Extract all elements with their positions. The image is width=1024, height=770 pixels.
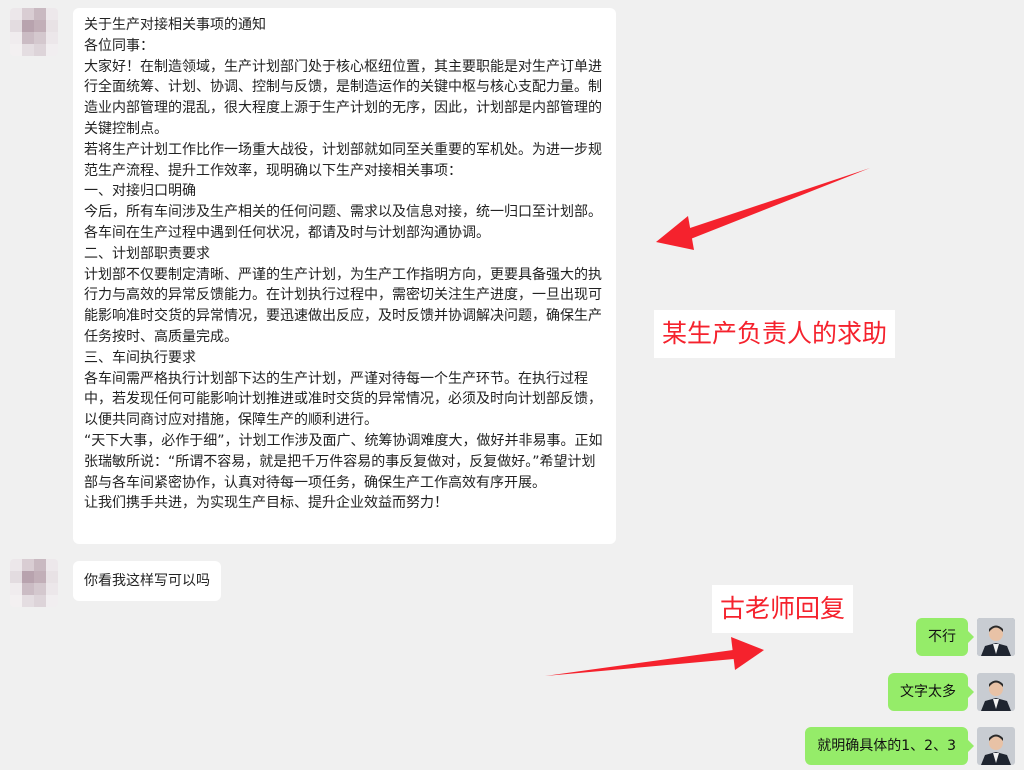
reply-bubble[interactable]: 就明确具体的1、2、3: [805, 727, 974, 765]
reply-bubble[interactable]: 不行: [916, 618, 974, 656]
my-avatar[interactable]: [977, 673, 1015, 711]
annotation-arrows: [545, 168, 870, 676]
my-avatar[interactable]: [977, 618, 1015, 656]
reply-text: 就明确具体的1、2、3: [817, 738, 956, 754]
arrow-to-replies: [545, 637, 764, 676]
my-avatar[interactable]: [977, 727, 1015, 765]
reply-text: 文字太多: [900, 684, 956, 700]
arrow-to-notice: [656, 168, 870, 250]
reply-text: 不行: [928, 629, 956, 645]
person-icon: [977, 673, 1015, 711]
person-icon: [977, 727, 1015, 765]
reply-bubble[interactable]: 文字太多: [888, 673, 974, 711]
person-icon: [977, 618, 1015, 656]
